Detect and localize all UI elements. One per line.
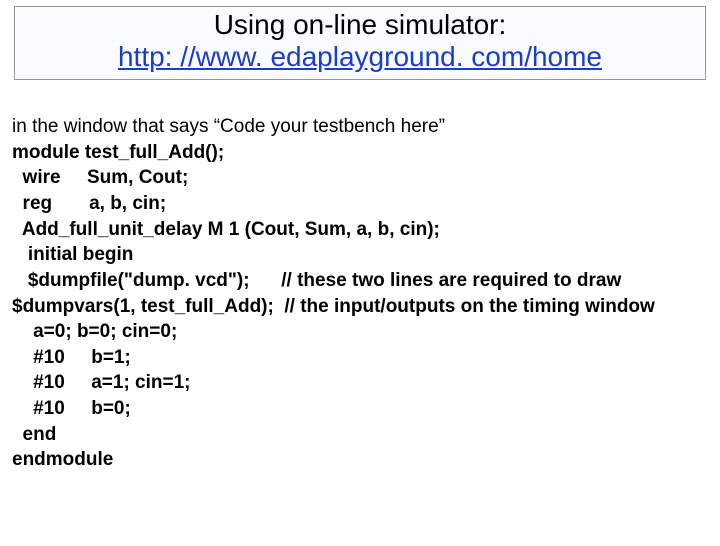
slide-body: in the window that says “Code your testb… [0, 84, 720, 498]
simulator-link[interactable]: http: //www. edaplayground. com/home [23, 41, 697, 73]
code-line: #10 b=1; [12, 347, 131, 368]
code-line: $dumpfile("dump. vcd"); // these two lin… [12, 270, 621, 291]
code-line: #10 b=0; [12, 398, 131, 419]
code-line: endmodule [12, 449, 113, 470]
code-line: module test_full_Add(); [12, 142, 224, 163]
code-line: initial begin [12, 244, 133, 265]
code-line: #10 a=1; cin=1; [12, 372, 191, 393]
code-line: reg a, b, cin; [12, 193, 166, 214]
slide-title: Using on-line simulator: [23, 9, 697, 41]
code-line: wire Sum, Cout; [12, 167, 188, 188]
intro-text: in the window that says “Code your testb… [12, 116, 445, 137]
code-line: $dumpvars(1, test_full_Add); // the inpu… [12, 296, 655, 317]
slide: Using on-line simulator: http: //www. ed… [0, 6, 720, 546]
code-line: Add_full_unit_delay M 1 (Cout, Sum, a, b… [12, 219, 440, 240]
code-line: end [12, 424, 56, 445]
code-line: a=0; b=0; cin=0; [12, 321, 177, 342]
title-box: Using on-line simulator: http: //www. ed… [14, 6, 706, 80]
